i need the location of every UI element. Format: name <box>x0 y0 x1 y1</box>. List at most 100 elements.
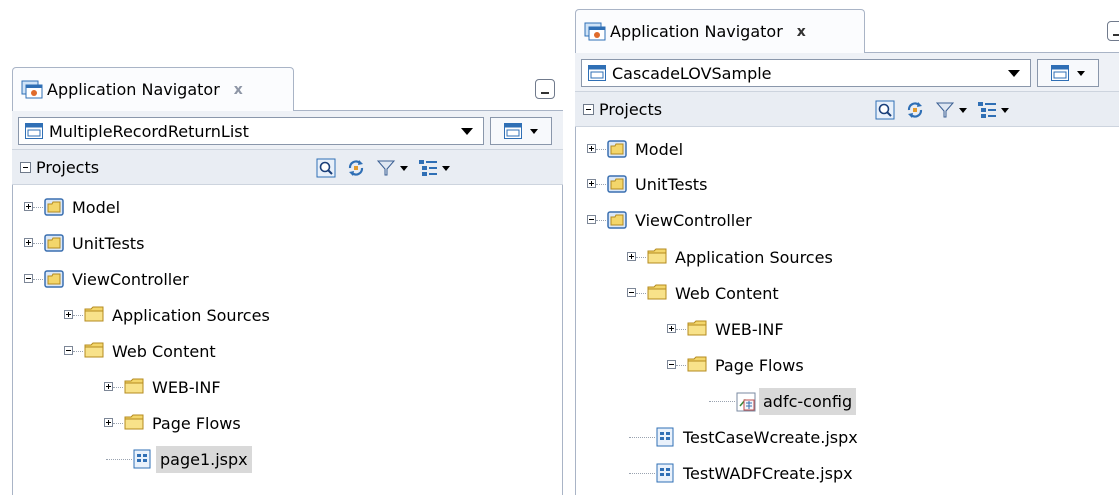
expand-icon[interactable] <box>24 238 33 247</box>
jspx-file-icon <box>655 427 675 447</box>
expand-icon[interactable] <box>667 324 676 333</box>
chevron-down-icon <box>959 107 967 113</box>
application-icon <box>588 65 606 81</box>
tree-connector <box>629 437 655 438</box>
folder-icon <box>647 283 667 303</box>
chevron-down-icon <box>400 165 408 171</box>
expand-icon[interactable] <box>24 202 33 211</box>
tree-node[interactable]: WEB-INF <box>12 371 563 403</box>
tree-node-label: Web Content <box>675 284 779 303</box>
tree-node[interactable]: adfc-config <box>575 385 1119 417</box>
tree-connector <box>596 184 606 185</box>
options-icon[interactable] <box>977 100 1009 120</box>
close-icon[interactable]: x <box>234 82 243 98</box>
application-selector-row: CascadeLOVSample <box>575 53 1119 92</box>
tree-connector <box>596 220 606 221</box>
collapse-icon[interactable] <box>583 103 594 115</box>
expand-icon[interactable] <box>104 382 113 391</box>
application-navigator-tab[interactable]: Application Navigator x <box>575 9 865 53</box>
tree-node-label: TestCaseWcreate.jspx <box>683 428 858 447</box>
tree-node[interactable]: WEB-INF <box>575 313 1119 345</box>
application-navigator-icon <box>584 22 606 40</box>
expand-icon[interactable] <box>587 179 596 188</box>
application-selector[interactable]: MultipleRecordReturnList <box>18 117 484 145</box>
tree-node-label: UnitTests <box>72 234 145 253</box>
application-menu-button[interactable] <box>1037 59 1099 87</box>
application-icon <box>504 123 522 139</box>
project-tree: Model UnitTests ViewController Application … <box>12 185 563 495</box>
tree-node[interactable]: Model <box>575 133 1119 165</box>
tree-connector <box>73 315 83 316</box>
folder-icon <box>84 341 104 361</box>
tree-node-label: Page Flows <box>715 356 804 375</box>
tree-node[interactable]: Web Content <box>575 277 1119 309</box>
minimize-icon[interactable] <box>535 79 555 99</box>
tree-node[interactable]: Page Flows <box>575 349 1119 381</box>
collapse-icon[interactable] <box>587 215 596 224</box>
tree-node[interactable]: TestCaseWcreate.jspx <box>575 421 1119 453</box>
task-flow-icon <box>735 391 756 412</box>
tree-node[interactable]: UnitTests <box>12 227 563 259</box>
jspx-file-icon <box>655 463 675 483</box>
minimize-icon[interactable] <box>1107 21 1119 41</box>
tree-node-label: Web Content <box>112 342 216 361</box>
projects-toolbar <box>875 100 1009 120</box>
tree-connector <box>33 279 43 280</box>
tree-node-label: Model <box>635 140 684 159</box>
refresh-icon[interactable] <box>346 158 366 178</box>
expand-icon[interactable] <box>627 252 636 261</box>
filter-icon[interactable] <box>376 158 408 178</box>
tree-node[interactable]: ViewController <box>12 263 563 295</box>
chevron-down-icon <box>530 128 538 134</box>
tree-node[interactable]: UnitTests <box>575 168 1119 200</box>
tree-node[interactable]: Web Content <box>12 335 563 367</box>
folder-icon <box>124 377 144 397</box>
close-icon[interactable]: x <box>797 24 806 40</box>
application-name: CascadeLOVSample <box>612 63 772 83</box>
filter-icon[interactable] <box>935 100 967 120</box>
application-menu-button[interactable] <box>490 117 552 145</box>
tree-node[interactable]: page1.jspx <box>12 443 563 475</box>
tree-connector <box>596 149 606 150</box>
tree-node[interactable]: Application Sources <box>575 241 1119 273</box>
folder-icon <box>84 305 104 325</box>
search-icon[interactable] <box>316 158 336 178</box>
folder-icon <box>687 319 707 339</box>
collapse-icon[interactable] <box>627 288 636 297</box>
application-navigator-tab[interactable]: Application Navigator x <box>12 67 294 111</box>
project-icon <box>44 269 64 289</box>
tree-node[interactable]: ViewController <box>575 204 1119 236</box>
tree-node-label: ViewController <box>72 270 189 289</box>
application-icon <box>1051 65 1069 81</box>
application-name: MultipleRecordReturnList <box>49 121 249 141</box>
dropdown-arrow-icon[interactable] <box>461 127 473 135</box>
tree-node-label: TestWADFCreate.jspx <box>683 464 853 483</box>
projects-header[interactable]: Projects <box>12 150 563 185</box>
expand-icon[interactable] <box>64 310 73 319</box>
dropdown-arrow-icon[interactable] <box>1008 69 1020 77</box>
application-navigator-panel-left: Application Navigator x MultipleRecordRe… <box>12 67 563 495</box>
tab-title: Application Navigator <box>610 22 783 41</box>
collapse-icon[interactable] <box>667 360 676 369</box>
projects-toolbar <box>316 158 450 178</box>
application-selector[interactable]: CascadeLOVSample <box>581 59 1031 87</box>
tree-node-label: adfc-config <box>759 388 857 415</box>
expand-icon[interactable] <box>587 144 596 153</box>
collapse-icon[interactable] <box>20 161 31 173</box>
search-icon[interactable] <box>875 100 895 120</box>
tree-node[interactable]: TestWADFCreate.jspx <box>575 457 1119 489</box>
tree-connector <box>33 243 43 244</box>
tree-node[interactable]: Page Flows <box>12 407 563 439</box>
project-icon <box>607 174 627 194</box>
collapse-icon[interactable] <box>64 346 73 355</box>
application-selector-row: MultipleRecordReturnList <box>12 111 563 150</box>
project-icon <box>44 197 64 217</box>
options-icon[interactable] <box>418 158 450 178</box>
tree-connector <box>676 329 686 330</box>
tree-node[interactable]: Model <box>12 191 563 223</box>
collapse-icon[interactable] <box>24 274 33 283</box>
projects-header[interactable]: Projects <box>575 92 1119 127</box>
refresh-icon[interactable] <box>905 100 925 120</box>
tree-node[interactable]: Application Sources <box>12 299 563 331</box>
expand-icon[interactable] <box>104 418 113 427</box>
